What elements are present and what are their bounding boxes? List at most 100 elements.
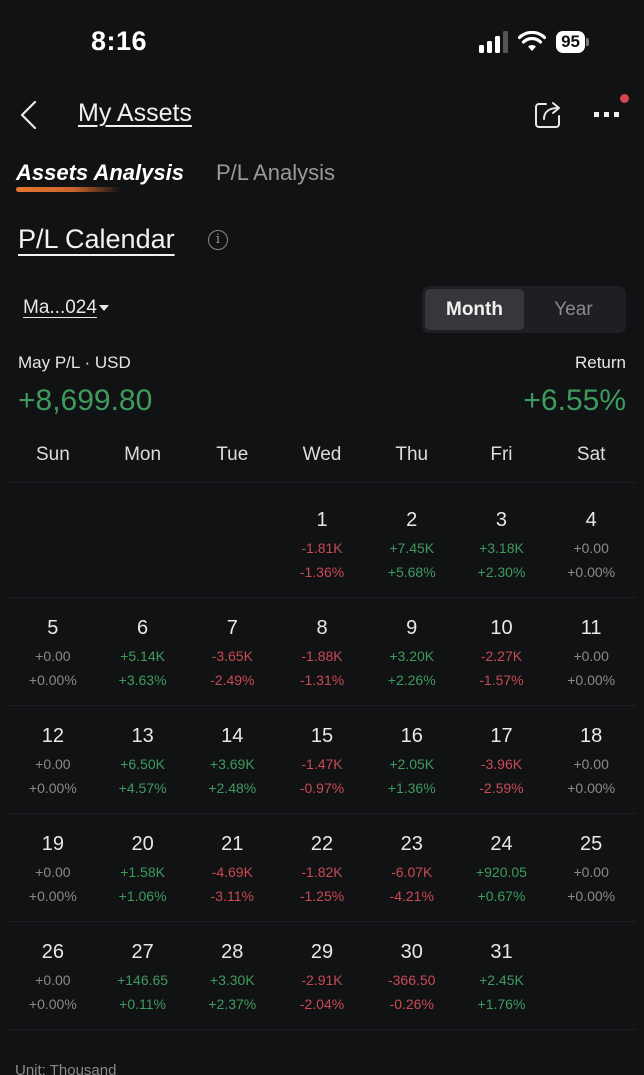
day-number: 2 xyxy=(406,509,418,531)
day-return-value: -2.04% xyxy=(299,996,345,1012)
day-number: 30 xyxy=(400,941,423,963)
weekday-label: Wed xyxy=(302,444,342,465)
nav-bar: My Assets xyxy=(0,90,644,140)
day-return-value: +3.63% xyxy=(118,672,167,688)
calendar-day-cell[interactable]: 12 +0.00 +0.00% xyxy=(8,706,98,813)
share-icon[interactable] xyxy=(532,98,564,130)
day-pl-value: +2.45K xyxy=(479,972,524,988)
day-return-value: -2.59% xyxy=(479,780,524,796)
day-pl-value: -3.65K xyxy=(211,648,253,664)
tab-label: P/L Analysis xyxy=(215,160,335,185)
day-number: 8 xyxy=(316,617,328,639)
segment-month[interactable]: Month xyxy=(425,289,524,330)
calendar-day-cell[interactable]: 28 +3.30K +2.37% xyxy=(187,922,277,1029)
day-number: 12 xyxy=(41,725,64,747)
calendar-day-cell[interactable]: 9 +3.20K +2.26% xyxy=(367,598,457,705)
calendar-day-cell[interactable]: 10 -2.27K -1.57% xyxy=(457,598,547,705)
tab-pl-analysis[interactable]: P/L Analysis xyxy=(216,160,335,186)
weekday-label: Sun xyxy=(35,444,70,465)
unit-note: Unit: Thousand xyxy=(15,1062,117,1075)
segment-year[interactable]: Year xyxy=(524,289,623,330)
calendar-day-cell[interactable]: 26 +0.00 +0.00% xyxy=(8,922,98,1029)
day-return-value: -1.57% xyxy=(479,672,524,688)
calendar-day-cell[interactable]: 3 +3.18K +2.30% xyxy=(457,490,547,597)
day-pl-value: +1.58K xyxy=(120,864,165,880)
day-return-value: +0.00% xyxy=(567,564,616,580)
calendar-day-cell[interactable]: 7 -3.65K -2.49% xyxy=(187,598,277,705)
calendar-day-cell[interactable]: 30 -366.50 -0.26% xyxy=(367,922,457,1029)
day-number: 24 xyxy=(490,833,513,855)
day-pl-value: +0.00 xyxy=(573,864,609,880)
day-return-value: +0.67% xyxy=(477,888,526,904)
more-options-button[interactable] xyxy=(592,94,629,130)
calendar-day-cell[interactable]: 1 -1.81K -1.36% xyxy=(277,490,367,597)
day-pl-value: +920.05 xyxy=(475,864,527,880)
return-label: Return xyxy=(574,353,626,372)
day-return-value: +0.00% xyxy=(567,672,616,688)
calendar-day-cell[interactable]: 29 -2.91K -2.04% xyxy=(277,922,367,1029)
battery-icon: 95 xyxy=(556,31,589,53)
day-number: 22 xyxy=(310,833,334,855)
calendar-day-cell[interactable]: 22 -1.82K -1.25% xyxy=(277,814,367,921)
calendar-day-cell[interactable]: 5 +0.00 +0.00% xyxy=(8,598,98,705)
return-value: +6.55% xyxy=(523,384,626,417)
calendar-day-cell[interactable]: 20 +1.58K +1.06% xyxy=(98,814,188,921)
weekday-label: Sat xyxy=(576,444,606,465)
calendar-day-cell[interactable]: 6 +5.14K +3.63% xyxy=(98,598,188,705)
calendar-day-cell[interactable]: 14 +3.69K +2.48% xyxy=(187,706,277,813)
calendar-day-cell[interactable]: 4 +0.00 +0.00% xyxy=(546,490,636,597)
calendar-day-cell[interactable]: 18 +0.00 +0.00% xyxy=(546,706,636,813)
calendar-day-cell[interactable]: 23 -6.07K -4.21% xyxy=(367,814,457,921)
calendar-day-cell[interactable]: 25 +0.00 +0.00% xyxy=(546,814,636,921)
day-number: 3 xyxy=(495,509,508,531)
day-pl-value: -3.96K xyxy=(480,756,523,772)
calendar-day-cell[interactable]: 11 +0.00 +0.00% xyxy=(546,598,636,705)
battery-level: 95 xyxy=(556,31,585,53)
calendar-day-cell[interactable]: 2 +7.45K +5.68% xyxy=(367,490,457,597)
day-return-value: +2.26% xyxy=(387,672,436,688)
info-icon[interactable]: i xyxy=(208,230,228,250)
day-number: 29 xyxy=(310,941,334,963)
day-number: 19 xyxy=(41,833,64,855)
tab-assets-analysis[interactable]: Assets Analysis xyxy=(16,160,184,192)
battery-tip xyxy=(586,38,589,46)
day-return-value: +4.57% xyxy=(118,780,167,796)
calendar-week-row: 12 +0.00 +0.00% 13 +6.50K +4.57% 14 +3.69K +2.48… xyxy=(8,706,636,814)
calendar-day-cell[interactable]: 16 +2.05K +1.36% xyxy=(367,706,457,813)
section-title: P/L Calendar xyxy=(18,224,175,254)
day-pl-value: +0.00 xyxy=(35,756,71,772)
day-return-value: +2.48% xyxy=(208,780,257,796)
day-number: 4 xyxy=(585,509,597,531)
calendar-day-cell[interactable]: 8 -1.88K -1.31% xyxy=(277,598,367,705)
day-return-value: +0.00% xyxy=(28,996,77,1012)
day-pl-value: +0.00 xyxy=(573,648,609,664)
calendar-empty-cell xyxy=(546,922,636,1029)
calendar-day-cell[interactable]: 21 -4.69K -3.11% xyxy=(187,814,277,921)
calendar-week-row: 5 +0.00 +0.00% 6 +5.14K +3.63% 7 -3.65K -2.49% 8 -… xyxy=(8,598,636,706)
day-number: 28 xyxy=(221,941,244,963)
divider xyxy=(8,482,636,483)
day-return-value: -4.21% xyxy=(389,888,434,904)
day-number: 7 xyxy=(226,617,238,639)
calendar-day-cell[interactable]: 15 -1.47K -0.97% xyxy=(277,706,367,813)
chevron-left-icon[interactable] xyxy=(16,98,40,132)
month-picker[interactable]: Ma...024 xyxy=(23,297,109,319)
day-number: 26 xyxy=(41,941,64,963)
calendar-empty-cell xyxy=(187,490,277,597)
calendar-day-cell[interactable]: 17 -3.96K -2.59% xyxy=(457,706,547,813)
calendar-day-cell[interactable]: 31 +2.45K +1.76% xyxy=(457,922,547,1029)
day-return-value: +0.00% xyxy=(28,888,77,904)
calendar-grid: 1 -1.81K -1.36% 2 +7.45K +5.68% 3 +3.18K +2.30% 4… xyxy=(8,490,636,1030)
day-pl-value: -2.91K xyxy=(301,972,343,988)
calendar-day-cell[interactable]: 19 +0.00 +0.00% xyxy=(8,814,98,921)
day-number: 10 xyxy=(490,617,513,639)
calendar-day-cell[interactable]: 27 +146.65 +0.11% xyxy=(98,922,188,1029)
day-return-value: +0.00% xyxy=(567,888,616,904)
calendar-day-cell[interactable]: 13 +6.50K +4.57% xyxy=(98,706,188,813)
day-number: 6 xyxy=(137,617,149,639)
day-pl-value: +146.65 xyxy=(117,972,169,988)
calendar-day-cell[interactable]: 24 +920.05 +0.67% xyxy=(457,814,547,921)
day-number: 27 xyxy=(131,941,154,963)
weekday-label: Thu xyxy=(395,444,429,465)
day-pl-value: +3.18K xyxy=(479,540,524,556)
